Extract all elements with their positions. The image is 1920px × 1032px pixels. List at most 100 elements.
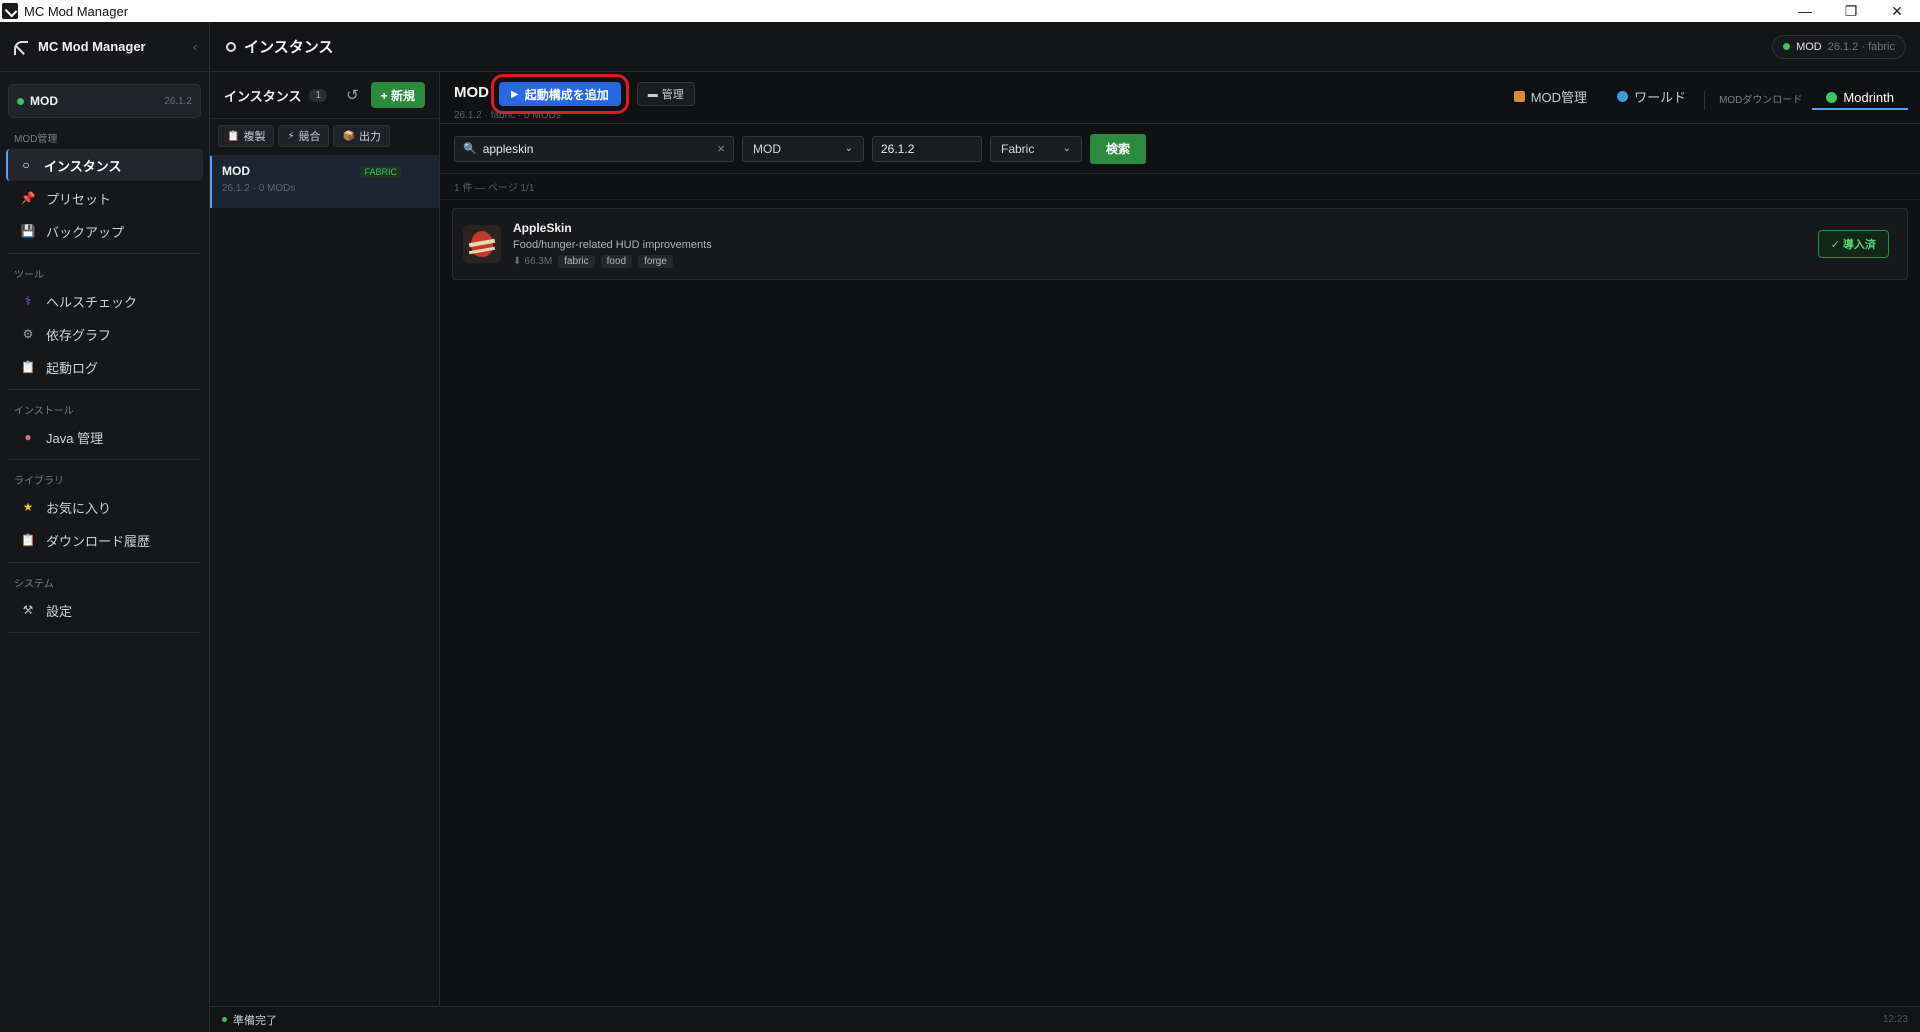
sidebar-item-backup[interactable]: 💾 バックアップ [6, 215, 203, 247]
package-icon: 📦 [342, 130, 355, 142]
sidebar: MC Mod Manager ‹ MOD 26.1.2 MOD管理 ○ インスタ… [0, 22, 210, 1032]
add-launch-config-label: 起動構成を追加 [524, 87, 609, 102]
tab-mod-management[interactable]: MOD管理 [1513, 87, 1588, 110]
sidebar-item-launch-log[interactable]: 📋 起動ログ [6, 351, 203, 383]
version-input[interactable]: 26.1.2 [872, 135, 982, 162]
tab-label: MOD管理 [1530, 90, 1588, 105]
main-content: MOD ▶ 起動構成を追加 ▬ 管理 26.1.2 · fabric · 0 M… [440, 72, 1920, 1006]
stethoscope-icon: ⚕ [24, 294, 32, 308]
mod-result-card[interactable]: AppleSkin Food/hunger-related HUD improv… [452, 208, 1908, 280]
mod-name: AppleSkin [513, 220, 572, 235]
tag: forge [638, 254, 673, 268]
divider [8, 389, 201, 390]
search-button[interactable]: 検索 [1090, 133, 1147, 164]
section-label-library: ライブラリ [14, 476, 64, 487]
sidebar-item-favorites[interactable]: ★ お気に入り [6, 491, 203, 523]
tab-label: MODダウンロード [1719, 95, 1803, 106]
sidebar-item-label: ダウンロード履歴 [46, 533, 151, 549]
tab-modrinth[interactable]: Modrinth [1812, 90, 1908, 110]
close-button[interactable]: ✕ [1874, 0, 1920, 22]
download-icon: ⬇ [513, 255, 522, 267]
window-controls: — ❐ ✕ [1782, 0, 1920, 22]
divider [8, 632, 201, 633]
app-title: MC Mod Manager [38, 39, 146, 54]
instance-subtitle: 26.1.2 · fabric · 0 MODs [454, 110, 561, 121]
sidebar-item-healthcheck[interactable]: ⚕ ヘルスチェック [6, 285, 203, 317]
sidebar-item-label: Java 管理 [46, 430, 104, 446]
sidebar-item-settings[interactable]: ⚒ 設定 [6, 594, 203, 626]
instance-list-item[interactable]: MOD FABRIC 26.1.2 · 0 MODs [210, 156, 439, 208]
sidebar-item-java[interactable]: ● Java 管理 [6, 421, 203, 453]
mod-downloads: 66.3M [524, 255, 553, 267]
floppy-icon: 💾 [20, 224, 36, 238]
lightning-icon: ⚡ [287, 130, 295, 142]
minimize-button[interactable]: — [1782, 0, 1828, 22]
instance-icon: ○ [22, 158, 30, 172]
tab-mod-download[interactable]: MODダウンロード [1704, 91, 1802, 110]
sidebar-item-download-history[interactable]: 📋 ダウンロード履歴 [6, 524, 203, 556]
tab-label: Modrinth [1843, 90, 1894, 105]
chevron-down-icon: ⌄ [844, 143, 853, 154]
section-label-system: システム [14, 579, 54, 590]
sidebar-item-instances[interactable]: ○ インスタンス [6, 149, 203, 181]
export-label: 出力 [358, 131, 381, 143]
log-icon: 📋 [20, 360, 36, 374]
new-instance-button[interactable]: + 新規 [370, 82, 425, 108]
sidebar-item-label: ヘルスチェック [46, 294, 138, 310]
sidebar-item-label: プリセット [46, 191, 112, 207]
clipboard-icon: 📋 [20, 533, 36, 547]
play-icon: ▶ [511, 88, 519, 100]
sidebar-item-dependency-graph[interactable]: ⚙ 依存グラフ [6, 318, 203, 350]
tab-world[interactable]: ワールド [1617, 87, 1686, 110]
maximize-button[interactable]: ❐ [1828, 0, 1874, 22]
current-instance-name: MOD [30, 94, 58, 108]
page-title: インスタンス [244, 39, 334, 56]
app-icon [2, 3, 18, 19]
sidebar-item-label: 起動ログ [46, 360, 99, 376]
collapse-sidebar-button[interactable]: ‹ [193, 40, 197, 54]
status-time: 12:23 [1882, 1014, 1908, 1025]
sidebar-item-label: お気に入り [46, 500, 112, 516]
search-row: 🔍 appleskin × MOD ⌄ 26.1.2 Fabric ⌄ 検索 [440, 124, 1920, 174]
divider [8, 253, 201, 254]
type-select[interactable]: MOD ⌄ [742, 135, 864, 162]
instance-title: MOD [454, 84, 489, 101]
current-instance-version: 26.1.2 [164, 95, 192, 107]
add-launch-config-button[interactable]: ▶ 起動構成を追加 [491, 74, 629, 114]
search-input[interactable]: 🔍 appleskin × [454, 135, 734, 162]
sidebar-item-presets[interactable]: 📌 プリセット [6, 182, 203, 214]
duplicate-label: 複製 [243, 131, 266, 143]
status-bar: 準備完了 12:23 [210, 1006, 1920, 1032]
box-icon [1513, 91, 1525, 102]
instance-icon [226, 41, 236, 52]
export-button[interactable]: 📦 出力 [333, 125, 390, 147]
tools-icon: ⚒ [22, 603, 34, 617]
conflict-button[interactable]: ⚡ 競合 [278, 125, 330, 147]
installed-button[interactable]: ✓ 導入済 [1817, 230, 1889, 258]
section-label-mod: MOD管理 [14, 134, 58, 145]
status-text: 準備完了 [233, 1014, 277, 1027]
brand: MC Mod Manager ‹ [0, 22, 209, 72]
graph-icon: ⚙ [22, 327, 34, 341]
section-label-tools: ツール [14, 270, 44, 281]
status-dot-icon [17, 97, 24, 105]
conflict-label: 競合 [298, 131, 321, 143]
version-value: 26.1.2 [881, 141, 915, 156]
instance-subtitle: 26.1.2 · 0 MODs [222, 183, 296, 194]
mod-info: AppleSkin Food/hunger-related HUD improv… [513, 221, 712, 268]
clear-search-button[interactable]: × [717, 141, 725, 156]
loader-select-value: Fabric [1001, 141, 1035, 156]
status-pill: MOD 26.1.2 · fabric [1772, 34, 1906, 59]
star-icon: ★ [22, 500, 34, 514]
clipboard-icon: 📋 [227, 130, 240, 142]
current-instance-chip[interactable]: MOD 26.1.2 [8, 84, 201, 118]
divider [8, 562, 201, 563]
status-instance-detail: 26.1.2 · fabric [1827, 40, 1895, 53]
instance-count-badge: 1 [309, 88, 328, 102]
manage-button[interactable]: ▬ 管理 [636, 82, 695, 106]
loader-select[interactable]: Fabric ⌄ [990, 135, 1082, 162]
duplicate-button[interactable]: 📋 複製 [218, 125, 275, 147]
status-instance-name: MOD [1796, 40, 1822, 53]
tag: fabric [558, 254, 595, 268]
refresh-button[interactable]: ↺ [346, 86, 359, 104]
